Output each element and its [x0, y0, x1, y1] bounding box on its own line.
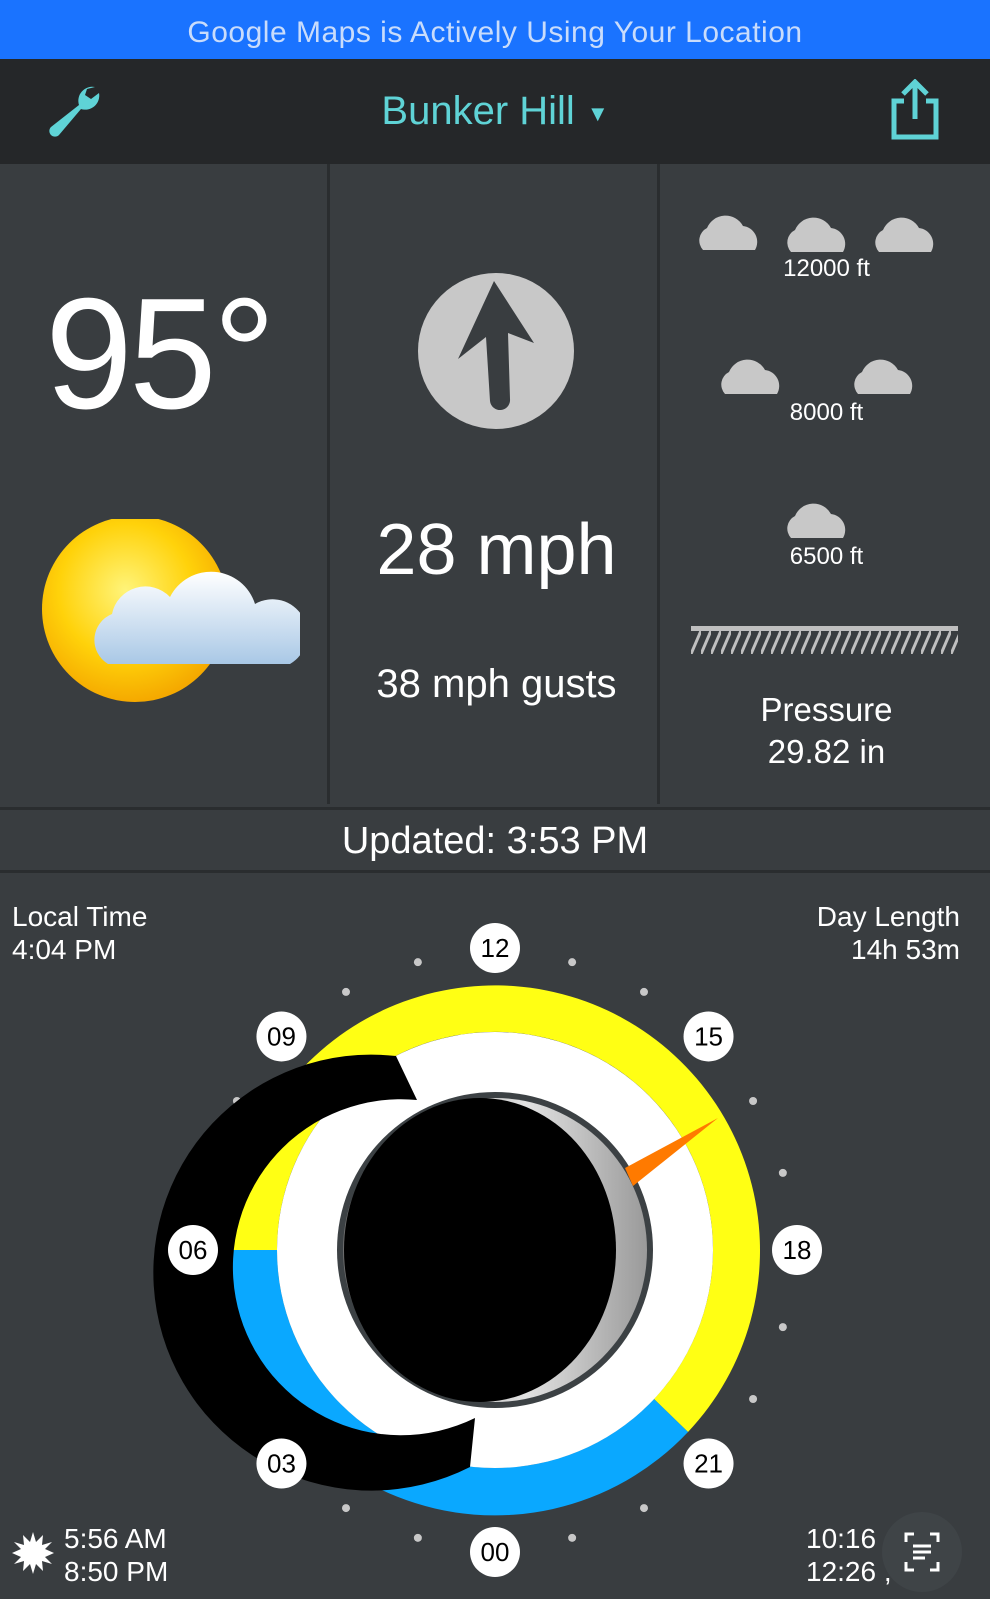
moonrise-time: 10:16: [806, 1523, 877, 1554]
sunset-time: 8:50 PM: [64, 1556, 169, 1587]
ground-hatch: [691, 626, 958, 654]
clock-tick: [342, 987, 350, 996]
wind-arrow-icon: [418, 273, 574, 429]
location-name: Bunker Hill: [381, 89, 575, 133]
clock-hour-label: 15: [683, 1011, 734, 1062]
svg-text:09: 09: [267, 1021, 296, 1051]
day-night-clock: 12 15 18 21 00 03 06 09: [153, 923, 822, 1577]
local-time-block: Local Time 4:04 PM: [12, 900, 147, 966]
partly-cloudy-icon: [42, 519, 300, 702]
updated-time: Updated: 3:53 PM: [0, 807, 990, 873]
cloud-layer-label: 12000 ft: [783, 255, 870, 282]
moon-icon: [956, 1554, 982, 1580]
svg-text:15: 15: [694, 1021, 723, 1051]
clock-tick: [568, 958, 577, 967]
temperature-value: 95°: [45, 266, 276, 442]
clock-hour-label: 18: [772, 1225, 822, 1275]
clock-tick: [640, 1504, 648, 1513]
clock-tick: [778, 1168, 787, 1177]
clock-hour-label: 21: [683, 1438, 734, 1489]
cloud-layer-label: 6500 ft: [789, 543, 864, 570]
pressure-value: 29.82 in: [767, 733, 886, 770]
clock-tick: [749, 1097, 758, 1105]
clock-tick: [778, 1323, 787, 1332]
svg-text:00: 00: [481, 1537, 510, 1567]
moon-shadow: [344, 1098, 616, 1402]
svg-text:06: 06: [179, 1235, 208, 1265]
cloud-layer-label: 8000 ft: [789, 399, 864, 426]
sun-times: 5:56 AM 8:50 PM: [64, 1522, 168, 1588]
clock-hour-label: 03: [256, 1438, 307, 1489]
wind-panel: 28 mph 38 mph gusts: [333, 164, 660, 804]
clock-tick: [413, 1533, 422, 1542]
moon-times: 10:16 12:26 ,: [806, 1522, 892, 1588]
clock-tick: [342, 1504, 350, 1513]
pressure-label: Pressure: [760, 691, 893, 728]
local-time-value: 4:04 PM: [12, 934, 117, 965]
pressure-readout: Pressure 29.82 in: [663, 689, 990, 773]
clouds-pressure-panel: 12000 ft 8000 ft 6500 ft Pressure 29.82 …: [663, 164, 990, 804]
location-selector[interactable]: Bunker Hill ▼: [0, 59, 990, 164]
clock-tick: [413, 958, 422, 967]
clock-tick: [640, 987, 648, 996]
wind-gusts: 38 mph gusts: [376, 662, 617, 706]
clock-hour-label: 00: [470, 1527, 520, 1577]
clock-hour-label: 12: [470, 923, 520, 973]
sunrise-time: 5:56 AM: [64, 1523, 167, 1554]
wrench-icon[interactable]: [45, 81, 105, 141]
local-time-label: Local Time: [12, 901, 148, 932]
svg-text:21: 21: [694, 1449, 723, 1479]
wind-speed: 28 mph: [376, 510, 617, 590]
sun-icon: [12, 1532, 54, 1574]
share-icon[interactable]: [888, 79, 942, 141]
temperature-panel: 95°: [0, 164, 330, 804]
clock-tick: [568, 1533, 577, 1542]
chevron-down-icon: ▼: [586, 100, 609, 126]
location-status-banner[interactable]: Google Maps is Actively Using Your Locat…: [0, 0, 990, 59]
svg-text:03: 03: [267, 1449, 296, 1479]
moonset-time: 12:26 ,: [806, 1556, 892, 1587]
svg-text:12: 12: [481, 933, 510, 963]
clock-tick: [749, 1395, 758, 1403]
top-bar: Bunker Hill ▼: [0, 59, 990, 164]
svg-text:18: 18: [783, 1235, 812, 1265]
clock-hour-label: 09: [256, 1011, 307, 1062]
clock-hour-label: 06: [168, 1225, 218, 1275]
